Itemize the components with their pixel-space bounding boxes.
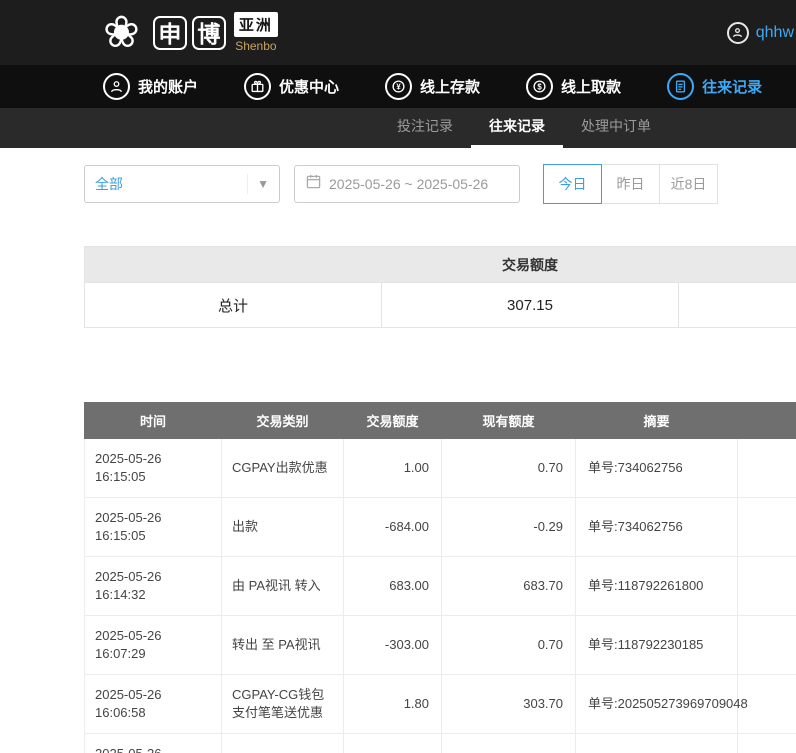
nav-label: 往来记录 bbox=[702, 76, 762, 97]
table-row: 2025-05-26 16:06:58 CGPAY-CG钱包支付笔笔送优惠 1.… bbox=[85, 675, 796, 734]
brand-logo[interactable]: ❀ 申 博 亚洲 Shenbo bbox=[103, 11, 278, 55]
last-8-days-button[interactable]: 近8日 bbox=[659, 164, 718, 204]
filter-bar: 全部 ▼ 2025-05-26 ~ 2025-05-26 今日 昨日 近8日 bbox=[84, 164, 796, 204]
cell-amount: 301.00 bbox=[344, 734, 442, 753]
nav-promo-center[interactable]: 优惠中心 bbox=[244, 73, 339, 100]
top-bar: ❀ 申 博 亚洲 Shenbo qhhw bbox=[0, 0, 796, 65]
cell-time: 2025-05-26 16:06:58 bbox=[85, 675, 222, 734]
tab-transaction-records[interactable]: 往来记录 bbox=[471, 108, 563, 148]
summary-total-label: 总计 bbox=[85, 283, 382, 328]
cell-summary: 单号:118792230185 bbox=[576, 616, 738, 675]
logo-region-label: 亚洲 bbox=[234, 12, 278, 37]
cell-summary: 单号:734062756 bbox=[576, 439, 738, 498]
nav-my-account[interactable]: 我的账户 bbox=[103, 73, 198, 100]
table-row: 2025-05-26 16:14:32 由 PA视讯 转入 683.00 683… bbox=[85, 557, 796, 616]
table-row: 2025-05-26 16:15:05 CGPAY出款优惠 1.00 0.70 … bbox=[85, 439, 796, 498]
cell-time: 2025-05-26 16:15:05 bbox=[85, 439, 222, 498]
records-icon bbox=[667, 73, 694, 100]
svg-text:¥: ¥ bbox=[396, 82, 401, 91]
cell-type: CGPAY出款优惠 bbox=[222, 439, 344, 498]
cell-balance: 0.70 bbox=[442, 439, 576, 498]
cell-filler bbox=[738, 498, 796, 557]
nav-label: 我的账户 bbox=[138, 76, 198, 97]
cell-filler bbox=[738, 439, 796, 498]
summary-header: 交易额度 bbox=[85, 247, 796, 283]
user-icon bbox=[103, 73, 130, 100]
cell-filler bbox=[738, 734, 796, 753]
deposit-icon: ¥ bbox=[385, 73, 412, 100]
cell-type: CGPAY-CG钱包支付笔笔送优惠 bbox=[222, 675, 344, 734]
main-nav: 我的账户 优惠中心 ¥ 线上存款 bbox=[0, 65, 796, 108]
chevron-down-icon: ▼ bbox=[247, 174, 269, 194]
sub-nav: 投注记录 往来记录 处理中订单 bbox=[0, 108, 796, 148]
category-select-value: 全部 bbox=[95, 174, 123, 194]
logo-subtitle: Shenbo bbox=[235, 39, 276, 53]
tab-betting-records[interactable]: 投注记录 bbox=[379, 108, 471, 148]
summary-table: 交易额度 总计 307.15 bbox=[84, 246, 796, 328]
user-account[interactable]: qhhw bbox=[727, 0, 796, 65]
summary-row: 总计 307.15 bbox=[85, 283, 796, 328]
date-range-input[interactable]: 2025-05-26 ~ 2025-05-26 bbox=[294, 165, 520, 203]
yesterday-button[interactable]: 昨日 bbox=[601, 164, 660, 204]
cell-balance: -0.29 bbox=[442, 498, 576, 557]
withdraw-icon: $ bbox=[526, 73, 553, 100]
col-type: 交易类别 bbox=[222, 403, 344, 439]
summary-empty-cell bbox=[679, 283, 796, 328]
cell-amount: 1.80 bbox=[344, 675, 442, 734]
nav-label: 线上取款 bbox=[561, 76, 621, 97]
cell-amount: 1.00 bbox=[344, 439, 442, 498]
col-summary: 摘要 bbox=[576, 403, 738, 439]
cell-time: 2025-05-26 16:15:05 bbox=[85, 498, 222, 557]
calendar-icon bbox=[306, 174, 321, 194]
page: ❀ 申 博 亚洲 Shenbo qhhw 我的账户 bbox=[0, 0, 796, 753]
cell-summary: 单号:734062756 bbox=[576, 498, 738, 557]
today-button[interactable]: 今日 bbox=[543, 164, 602, 204]
gift-icon bbox=[244, 73, 271, 100]
col-time: 时间 bbox=[85, 403, 222, 439]
cell-time: 2025-05-26 16:06:58 bbox=[85, 734, 222, 753]
cell-filler bbox=[738, 557, 796, 616]
cell-summary: 单号:202505273969709048 bbox=[576, 675, 738, 734]
user-avatar-icon bbox=[727, 22, 749, 44]
cell-balance: 0.70 bbox=[442, 616, 576, 675]
sakura-icon: ❀ bbox=[103, 11, 140, 55]
col-filler bbox=[738, 403, 796, 439]
cell-balance: 301.90 bbox=[442, 734, 576, 753]
summary-total-value: 307.15 bbox=[382, 283, 679, 328]
date-range-value: 2025-05-26 ~ 2025-05-26 bbox=[329, 176, 488, 192]
logo-char-bo: 博 bbox=[192, 16, 226, 50]
table-row: 2025-05-26 16:06:58 CGPAY支付 301.00 301.9… bbox=[85, 734, 796, 753]
cell-summary: 单号:202505273969709048 bbox=[576, 734, 738, 753]
cell-balance: 303.70 bbox=[442, 675, 576, 734]
cell-amount: -303.00 bbox=[344, 616, 442, 675]
cell-time: 2025-05-26 16:14:32 bbox=[85, 557, 222, 616]
cell-summary: 单号:118792261800 bbox=[576, 557, 738, 616]
nav-transaction-records[interactable]: 往来记录 bbox=[667, 73, 762, 100]
nav-label: 线上存款 bbox=[420, 76, 480, 97]
nav-online-deposit[interactable]: ¥ 线上存款 bbox=[385, 73, 480, 100]
cell-type: 出款 bbox=[222, 498, 344, 557]
cell-type: 由 PA视讯 转入 bbox=[222, 557, 344, 616]
cell-balance: 683.70 bbox=[442, 557, 576, 616]
logo-char-shen: 申 bbox=[153, 16, 187, 50]
cell-time: 2025-05-26 16:07:29 bbox=[85, 616, 222, 675]
tab-processing-orders[interactable]: 处理中订单 bbox=[563, 108, 669, 148]
username[interactable]: qhhw bbox=[756, 24, 794, 42]
svg-text:$: $ bbox=[537, 82, 542, 91]
cell-amount: 683.00 bbox=[344, 557, 442, 616]
col-amount: 交易额度 bbox=[344, 403, 442, 439]
col-balance: 现有额度 bbox=[442, 403, 576, 439]
cell-type: CGPAY支付 bbox=[222, 734, 344, 753]
category-select[interactable]: 全部 ▼ bbox=[84, 165, 280, 203]
table-row: 2025-05-26 16:07:29 转出 至 PA视讯 -303.00 0.… bbox=[85, 616, 796, 675]
nav-label: 优惠中心 bbox=[279, 76, 339, 97]
nav-online-withdraw[interactable]: $ 线上取款 bbox=[526, 73, 621, 100]
cell-type: 转出 至 PA视讯 bbox=[222, 616, 344, 675]
cell-amount: -684.00 bbox=[344, 498, 442, 557]
quick-date-group: 今日 昨日 近8日 bbox=[544, 164, 718, 204]
table-row: 2025-05-26 16:15:05 出款 -684.00 -0.29 单号:… bbox=[85, 498, 796, 557]
records-table: 时间 交易类别 交易额度 现有额度 摘要 2025-05-26 16:15:05… bbox=[84, 402, 796, 753]
records-header-row: 时间 交易类别 交易额度 现有额度 摘要 bbox=[85, 403, 796, 439]
cell-filler bbox=[738, 616, 796, 675]
